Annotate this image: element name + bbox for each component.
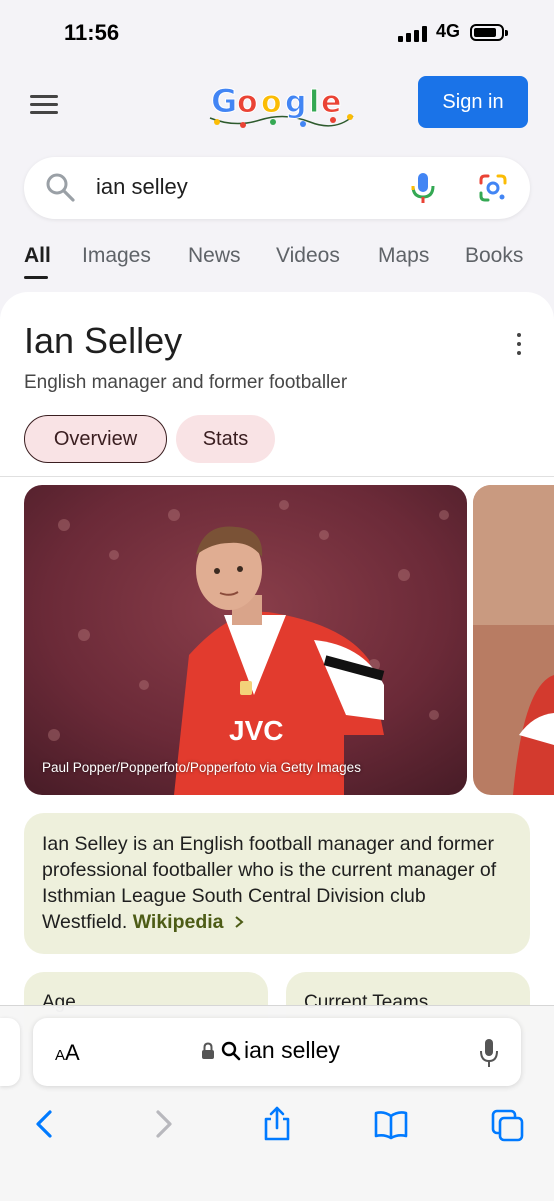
photo-credit: Paul Popper/Popperfoto/Popperfoto via Ge…: [42, 760, 361, 775]
lock-icon: [202, 1042, 214, 1059]
chevron-right-icon: [235, 916, 244, 928]
tab-books[interactable]: Books: [465, 244, 523, 268]
tab-videos[interactable]: Videos: [276, 244, 340, 268]
description-box: Ian Selley is an English football manage…: [24, 813, 530, 954]
back-arrow-icon[interactable]: [28, 1106, 62, 1142]
more-options-icon[interactable]: [516, 333, 522, 355]
bookmarks-icon[interactable]: [374, 1106, 408, 1142]
chip-overview[interactable]: Overview: [24, 415, 167, 463]
cellular-signal-icon: [398, 26, 428, 42]
status-time: 11:56: [64, 20, 120, 45]
player-photo-image: JVC: [24, 485, 467, 795]
search-box[interactable]: ian selley: [24, 157, 530, 219]
knowledge-panel-subtitle: English manager and former footballer: [24, 372, 348, 393]
network-type: 4G: [436, 21, 461, 41]
next-photo-image: [473, 485, 554, 795]
svg-text:G: G: [211, 82, 237, 120]
description-body: Ian Selley is an English football manage…: [42, 833, 497, 933]
search-query[interactable]: ian selley: [96, 174, 188, 200]
svg-text:e: e: [321, 85, 341, 120]
tab-all[interactable]: All: [24, 244, 51, 268]
previous-tab-card[interactable]: [0, 1018, 20, 1086]
svg-text:g: g: [285, 85, 306, 120]
description-text: Ian Selley is an English football manage…: [42, 831, 512, 935]
search-icon: [46, 173, 75, 202]
text-size-button[interactable]: AA: [55, 1040, 80, 1066]
divider: [0, 476, 554, 477]
tab-news[interactable]: News: [188, 244, 241, 268]
svg-text:l: l: [309, 85, 319, 120]
player-photo[interactable]: JVC Paul Popper/Popperfoto/Popperfoto vi…: [24, 485, 467, 795]
url-text[interactable]: ian selley: [221, 1037, 340, 1064]
svg-text:o: o: [237, 85, 258, 120]
svg-text:JVC: JVC: [229, 715, 283, 746]
dictation-mic-icon[interactable]: [479, 1038, 499, 1068]
google-lens-icon[interactable]: [478, 173, 508, 203]
search-icon: [221, 1041, 241, 1061]
sign-in-button[interactable]: Sign in: [418, 76, 528, 128]
share-icon[interactable]: [260, 1106, 294, 1142]
google-doodle-logo[interactable]: G o o g l e: [205, 78, 355, 134]
voice-search-mic-icon[interactable]: [410, 171, 436, 205]
tabs-icon[interactable]: [490, 1106, 524, 1142]
svg-text:o: o: [261, 85, 282, 120]
tab-maps[interactable]: Maps: [378, 244, 429, 268]
forward-arrow-icon[interactable]: [146, 1106, 180, 1142]
knowledge-panel-title: Ian Selley: [24, 320, 183, 361]
hamburger-menu-icon[interactable]: [30, 95, 58, 115]
wikipedia-link[interactable]: Wikipedia: [133, 911, 245, 933]
battery-nub: [505, 30, 508, 36]
next-photo-thumbnail[interactable]: [473, 485, 554, 795]
chip-stats[interactable]: Stats: [176, 415, 275, 463]
tab-images[interactable]: Images: [82, 244, 151, 268]
active-tab-underline: [24, 276, 48, 279]
safari-address-bar[interactable]: AA ian selley: [33, 1018, 521, 1086]
battery-icon: [470, 24, 504, 41]
